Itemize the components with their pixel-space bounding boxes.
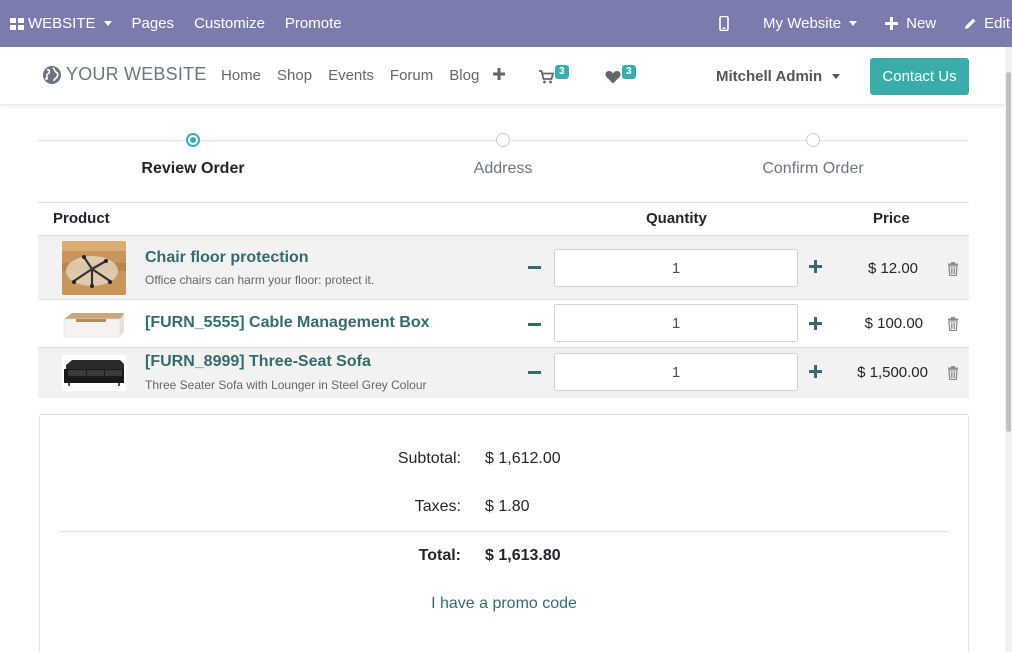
increase-quantity-button[interactable] [807, 258, 825, 276]
decrease-quantity-button[interactable] [526, 363, 544, 381]
column-header-price: Price [873, 210, 910, 227]
total-label: Total: [418, 547, 461, 564]
product-image-three-seat-sofa [62, 355, 126, 391]
wishlist-count-badge: 3 [622, 65, 636, 79]
heart-icon [605, 71, 621, 84]
promote-menu[interactable]: Promote [275, 0, 352, 47]
line-price: $ 1,500.00 [857, 364, 928, 381]
cart-count-badge: 3 [555, 65, 569, 79]
nav-link-shop[interactable]: Shop [269, 67, 320, 84]
chevron-down-icon [832, 74, 841, 79]
cart-link[interactable]: 3 [539, 65, 569, 84]
admin-bar-right: My Website New Edit [709, 0, 1012, 47]
chevron-down-icon [103, 21, 112, 26]
globe-icon [43, 65, 61, 84]
step-label-confirm-order: Confirm Order [762, 160, 864, 177]
subtotal-value: $ 1,612.00 [485, 450, 561, 467]
nav-link-blog[interactable]: Blog [441, 67, 487, 84]
product-image-cable-management-box [62, 307, 126, 341]
scrollbar-thumb[interactable] [1006, 72, 1011, 432]
nav-link-home[interactable]: Home [213, 67, 269, 84]
line-price: $ 12.00 [867, 260, 918, 277]
product-name-link[interactable]: [FURN_8999] Three-Seat Sofa [145, 353, 371, 371]
pencil-icon [965, 18, 976, 29]
add-menu-item-button[interactable] [487, 67, 513, 84]
wishlist-link[interactable]: 3 [605, 65, 636, 84]
chevron-down-icon [849, 21, 858, 26]
increase-quantity-button[interactable] [807, 363, 825, 381]
my-website-label: My Website [763, 15, 842, 32]
product-name-link[interactable]: [FURN_5555] Cable Management Box [145, 314, 430, 332]
table-row: [FURN_8999] Three-Seat Sofa Three Seater… [38, 347, 969, 398]
line-price: $ 100.00 [864, 315, 923, 332]
website-menu[interactable]: WEBSITE [0, 0, 122, 47]
nav-link-forum[interactable]: Forum [382, 67, 441, 84]
increase-quantity-button[interactable] [807, 315, 825, 333]
table-row: [FURN_5555] Cable Management Box $ 100.0… [38, 299, 969, 347]
promo-code-link[interactable]: I have a promo code [40, 595, 968, 613]
product-description: Office chairs can harm your floor: prote… [145, 273, 375, 287]
product-image-chair-floor-protection [62, 241, 126, 295]
user-menu[interactable]: Mitchell Admin [716, 68, 841, 85]
total-value: $ 1,613.80 [485, 547, 561, 564]
step-dot-review-order [186, 133, 200, 147]
my-website-switcher[interactable]: My Website [753, 0, 875, 47]
product-description: Three Seater Sofa with Lounger in Steel … [145, 378, 427, 392]
mobile-icon [719, 16, 729, 31]
website-menu-label: WEBSITE [28, 15, 96, 32]
step-dot-confirm-order [806, 133, 820, 147]
new-label: New [906, 15, 937, 32]
subtotal-label: Subtotal: [397, 450, 461, 467]
step-label-review-order: Review Order [141, 160, 245, 177]
customize-menu[interactable]: Customize [184, 0, 275, 47]
quantity-input[interactable] [554, 353, 798, 391]
nav-link-events[interactable]: Events [320, 67, 382, 84]
summary-divider [60, 531, 948, 532]
taxes-label: Taxes: [414, 498, 461, 515]
decrease-quantity-button[interactable] [526, 258, 544, 276]
quantity-input[interactable] [554, 249, 798, 287]
column-header-quantity: Quantity [646, 210, 707, 227]
column-header-product: Product [53, 210, 110, 227]
trash-icon[interactable] [947, 317, 959, 331]
edit-label: Edit [984, 15, 1010, 32]
table-row: Chair floor protection Office chairs can… [38, 235, 969, 299]
page-scrollbar[interactable] [1005, 47, 1012, 652]
trash-icon[interactable] [947, 262, 959, 276]
plus-icon [885, 17, 899, 30]
trash-icon[interactable] [947, 366, 959, 380]
apps-grid-icon [10, 17, 24, 30]
order-summary-card: Subtotal: $ 1,612.00 Taxes: $ 1.80 Total… [39, 414, 969, 652]
step-label-address: Address [473, 160, 533, 177]
site-navbar: YOUR WEBSITE Home Shop Events Forum Blog… [0, 47, 1012, 105]
quantity-input[interactable] [554, 304, 798, 342]
shopping-cart-icon [539, 70, 554, 84]
new-button[interactable]: New [875, 0, 954, 47]
edit-button[interactable]: Edit [954, 0, 1012, 47]
decrease-quantity-button[interactable] [526, 315, 544, 333]
main-menu: Home Shop Events Forum Blog [213, 67, 513, 84]
contact-us-button[interactable]: Contact Us [870, 58, 969, 95]
site-logo[interactable]: YOUR WEBSITE [42, 64, 206, 85]
plus-icon [493, 68, 506, 80]
logo-text: YOUR WEBSITE [66, 64, 207, 84]
pages-menu[interactable]: Pages [122, 0, 185, 47]
user-name: Mitchell Admin [716, 68, 823, 85]
website-admin-bar: WEBSITE Pages Customize Promote My Websi… [0, 0, 1012, 47]
taxes-value: $ 1.80 [485, 498, 530, 515]
product-name-link[interactable]: Chair floor protection [145, 249, 309, 267]
mobile-preview-button[interactable] [709, 0, 753, 47]
step-dot-address [496, 133, 510, 147]
table-top-border [38, 202, 969, 203]
